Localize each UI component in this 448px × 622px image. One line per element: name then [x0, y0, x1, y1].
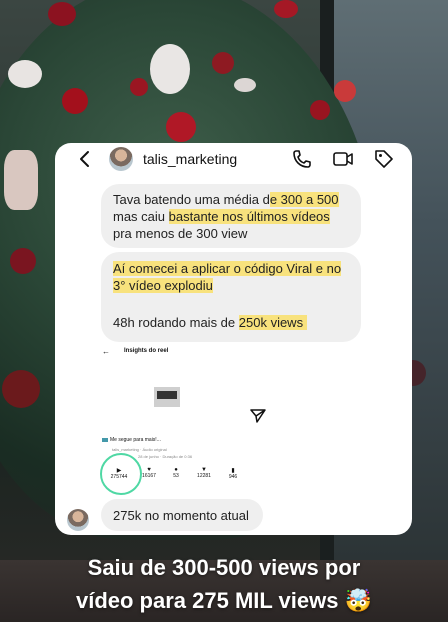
stat-comments: ● 53 — [164, 467, 188, 479]
reel-thumbnail — [154, 387, 180, 407]
message-2-line-1: Aí comecei a aplicar o código Viral e no — [113, 261, 342, 276]
tag-icon[interactable] — [373, 148, 395, 170]
back-arrow-icon[interactable] — [75, 148, 95, 170]
message-1-line-3: pra menos de 300 view — [113, 226, 248, 241]
insights-back-arrow-icon: ← — [102, 347, 110, 356]
overlay-caption-line-1: Saiu de 300-500 views por — [87, 555, 361, 580]
video-call-icon[interactable] — [332, 148, 354, 170]
stat-views: ▶ 275744 — [107, 467, 131, 480]
bookmark-icon: ▮ — [231, 468, 235, 474]
phone-icon[interactable] — [291, 148, 313, 170]
message-bubble-2: Aí comecei a aplicar o código Viral e no… — [101, 252, 361, 342]
message-1-line-1: Tava batendo uma média de 300 a 500 — [113, 192, 339, 207]
stat-saves: ▮ 946 — [221, 467, 245, 480]
reel-insights-screenshot: ← Insights do reel Me segue para mais!..… — [100, 343, 352, 495]
play-icon: ▶ — [116, 468, 122, 474]
insights-title: Insights do reel — [124, 348, 169, 354]
sender-avatar — [67, 509, 89, 531]
message-bubble-1: Tava batendo uma média de 300 a 500 mas … — [101, 184, 361, 248]
chat-header: talis_marketing — [55, 143, 412, 175]
reel-date-line: 28 de junho · Duração de 0:36 — [138, 454, 193, 459]
reel-caption: Me segue para mais!... — [102, 437, 161, 443]
message-2-line-2: 3° vídeo explodiu — [113, 278, 213, 293]
profile-avatar[interactable] — [109, 147, 133, 171]
stat-shares: ▼ 12281 — [192, 467, 216, 479]
message-2-line-4: 48h rodando mais de 250k views — [113, 315, 307, 330]
send-icon — [250, 409, 266, 423]
chat-username[interactable]: talis_marketing — [143, 151, 237, 167]
stat-likes: ♥ 16167 — [137, 467, 161, 479]
message-bubble-3: 275k no momento atual — [101, 499, 263, 531]
message-1-line-2: mas caiu bastante nos últimos vídeos — [113, 209, 330, 224]
chat-card: talis_marketing Tava batendo uma média d… — [55, 143, 412, 535]
overlay-caption-line-2: vídeo para 275 MIL views 🤯 — [75, 588, 372, 613]
reel-audio-line: talis_marketing · Áudio original — [112, 447, 167, 452]
message-3-line-1: 275k no momento atual — [113, 508, 249, 523]
